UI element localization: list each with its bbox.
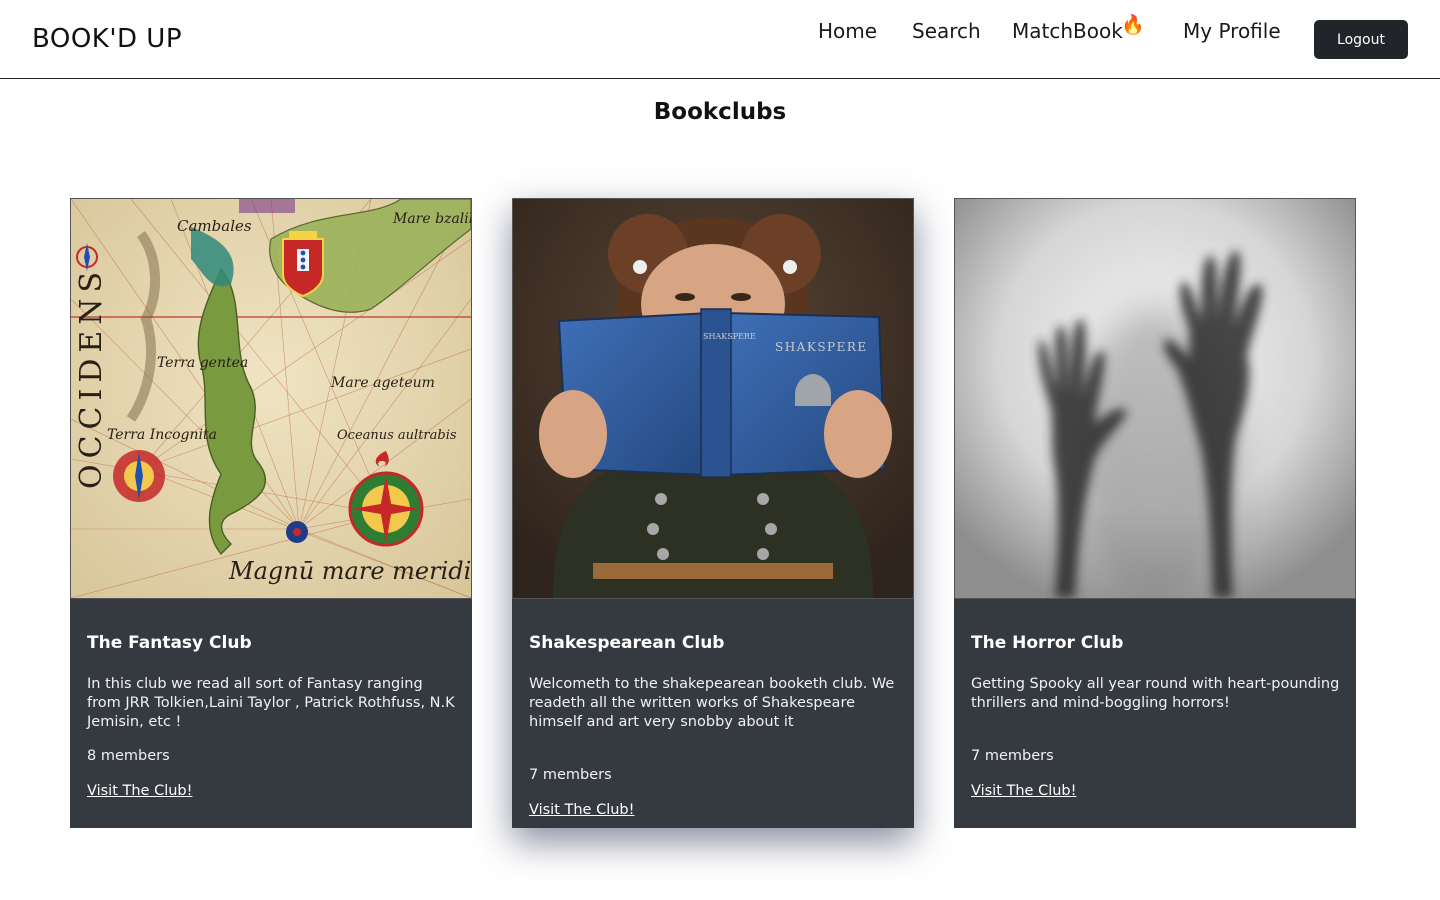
visit-club-link[interactable]: Visit The Club! <box>529 802 634 818</box>
club-description: Welcometh to the shakepearean booketh cl… <box>529 676 895 730</box>
map-text-cambales: Cambales <box>177 217 252 235</box>
nav-search[interactable]: Search <box>912 19 981 43</box>
club-member-count: 8 members <box>87 748 170 764</box>
club-image-woman-reading: SHAKSPERE SHAKSPERE <box>512 198 914 599</box>
club-card-fantasy: Cambales Mare bzalile OCCIDENS Terra gen… <box>70 198 472 828</box>
brand-logo[interactable]: BOOK'D UP <box>32 24 182 54</box>
fire-icon: 🔥 <box>1121 14 1145 36</box>
club-description: In this club we read all sort of Fantasy… <box>87 676 455 730</box>
map-text-oceanus: Oceanus aultrabis <box>337 428 457 443</box>
nav-matchbook-label: MatchBook <box>1012 19 1123 43</box>
club-member-count: 7 members <box>529 767 612 783</box>
club-image-shadow-hands <box>954 198 1356 599</box>
club-member-count: 7 members <box>971 748 1054 764</box>
book-cover-title: SHAKSPERE <box>775 340 868 354</box>
map-text-magnum-mare: Magnū mare meridio <box>228 557 471 585</box>
navbar: BOOK'D UP Home Search MatchBook 🔥 My Prof… <box>0 0 1440 79</box>
club-title: The Fantasy Club <box>87 633 252 653</box>
club-card-horror: The Horror Club Getting Spooky all year … <box>954 198 1356 828</box>
nav-my-profile[interactable]: My Profile <box>1183 19 1281 43</box>
club-card-shakespearean: SHAKSPERE SHAKSPERE Shakespearean Club W… <box>512 198 914 828</box>
map-text-terra-gentea: Terra gentea <box>157 355 248 371</box>
map-text-mare-top: Mare bzalile <box>392 211 471 227</box>
book-spine-title: SHAKSPERE <box>703 332 756 341</box>
visit-club-link[interactable]: Visit The Club! <box>971 783 1076 799</box>
map-text-terra-incognita: Terra Incognita <box>107 427 217 443</box>
club-description: Getting Spooky all year round with heart… <box>971 676 1340 711</box>
visit-club-link[interactable]: Visit The Club! <box>87 783 192 799</box>
club-title: Shakespearean Club <box>529 633 725 653</box>
logout-button[interactable]: Logout <box>1314 20 1408 59</box>
page-title: Bookclubs <box>653 99 787 125</box>
club-image-fantasy-map: Cambales Mare bzalile OCCIDENS Terra gen… <box>70 198 472 599</box>
nav-matchbook[interactable]: MatchBook 🔥 <box>1012 16 1145 44</box>
map-text-mare-ageteum: Mare ageteum <box>330 375 435 391</box>
map-text-occidens: OCCIDENS <box>74 266 109 489</box>
nav-home[interactable]: Home <box>818 19 877 43</box>
club-title: The Horror Club <box>971 633 1124 653</box>
